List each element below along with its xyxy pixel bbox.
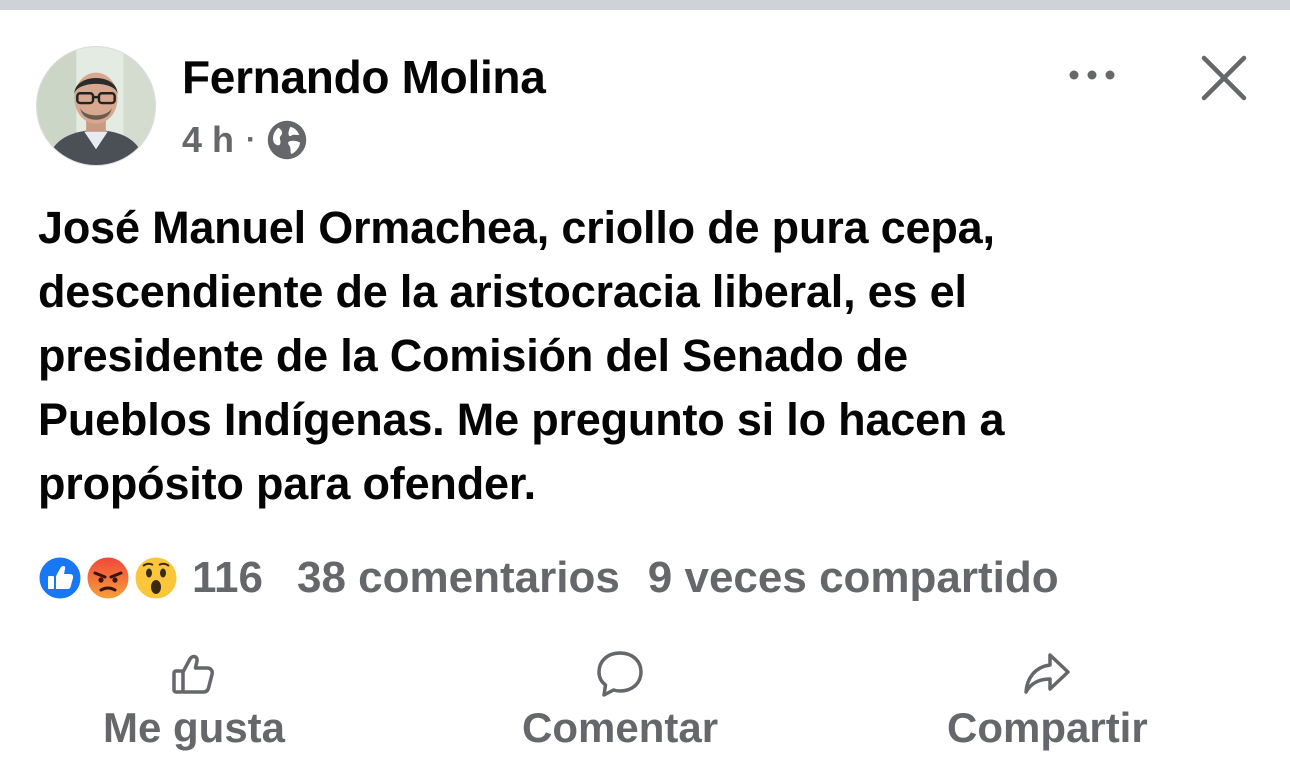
angry-reaction-icon bbox=[84, 554, 132, 602]
meta-separator: · bbox=[246, 123, 257, 156]
like-button[interactable]: Me gusta bbox=[103, 648, 285, 752]
post-text-line: propósito para ofender. bbox=[38, 458, 536, 509]
avatar[interactable] bbox=[36, 46, 156, 166]
post-text: José Manuel Ormachea, criollo de pura ce… bbox=[38, 196, 1258, 516]
globe-icon bbox=[267, 120, 307, 160]
post-time[interactable]: 4 h bbox=[182, 119, 234, 161]
like-label: Me gusta bbox=[103, 704, 286, 751]
reaction-count[interactable]: 116 bbox=[192, 553, 263, 603]
share-label: Compartir bbox=[947, 704, 1148, 751]
close-icon[interactable] bbox=[1198, 52, 1250, 104]
more-options-icon[interactable] bbox=[1064, 60, 1120, 90]
post-stats: 116 38 comentarios 9 veces compartido bbox=[36, 548, 1059, 608]
like-reaction-icon bbox=[36, 554, 84, 602]
wow-reaction-icon bbox=[132, 554, 180, 602]
post-text-line: José Manuel Ormachea, criollo de pura ce… bbox=[38, 202, 995, 253]
comment-button[interactable]: Comentar bbox=[522, 648, 718, 752]
post-meta: 4 h · bbox=[182, 118, 308, 162]
post-text-line: Pueblos Indígenas. Me pregunto si lo hac… bbox=[38, 394, 1005, 445]
avatar-photo bbox=[37, 47, 155, 165]
thumbs-up-icon bbox=[172, 654, 215, 694]
top-bar bbox=[0, 0, 1290, 10]
post-text-line: descendiente de la aristocracia liberal,… bbox=[38, 266, 967, 317]
reaction-icons[interactable] bbox=[36, 552, 184, 604]
comments-count[interactable]: 38 comentarios bbox=[297, 553, 620, 603]
comment-bubble-icon bbox=[597, 651, 643, 697]
post-text-line: presidente de la Comisión del Senado de bbox=[38, 330, 908, 381]
share-button[interactable]: Compartir bbox=[947, 648, 1148, 752]
shares-count[interactable]: 9 veces compartido bbox=[648, 553, 1059, 603]
share-arrow-icon bbox=[1024, 653, 1071, 694]
comment-label: Comentar bbox=[522, 704, 719, 751]
author-name[interactable]: Fernando Molina bbox=[182, 50, 546, 104]
